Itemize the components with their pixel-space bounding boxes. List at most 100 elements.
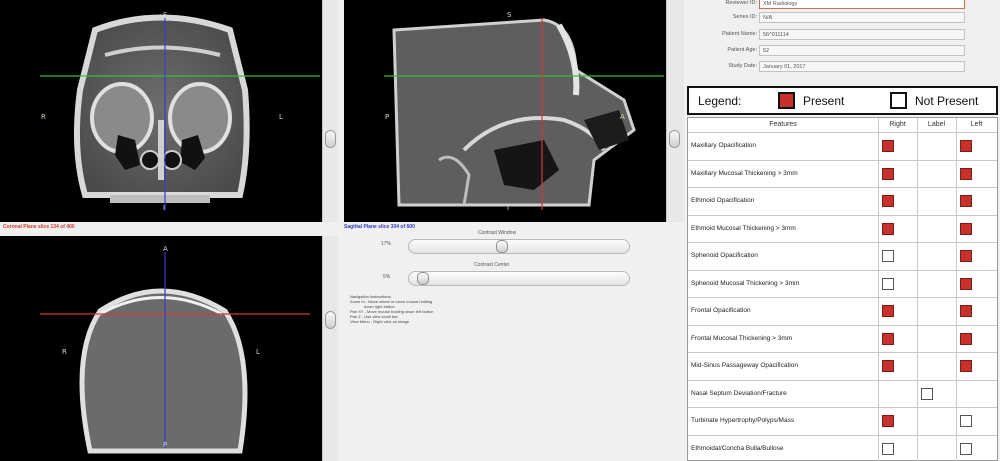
right-checkbox[interactable] bbox=[882, 167, 894, 180]
study-date-label: Study Date: bbox=[728, 63, 757, 69]
coronal-slice-label: Coronal Plane slice 134 of 400 bbox=[3, 224, 75, 230]
left-checkbox[interactable] bbox=[960, 305, 972, 317]
right-checkbox[interactable] bbox=[882, 277, 894, 290]
contrast-window-slider-handle[interactable] bbox=[496, 240, 508, 253]
sagittal-scrollbar[interactable] bbox=[666, 0, 684, 222]
study-date-row: Study Date: bbox=[690, 63, 757, 75]
feature-name: Sphenoid Opacification bbox=[691, 252, 758, 259]
right-checkbox[interactable] bbox=[882, 250, 894, 262]
feature-row: Sphenoid Mucosal Thickening > 3mm bbox=[688, 269, 997, 297]
right-checkbox[interactable] bbox=[882, 222, 894, 235]
feature-row: Maxillary Opacification bbox=[688, 132, 997, 159]
header-right: Right bbox=[889, 121, 906, 128]
patient-name-row: Patient Name: bbox=[690, 31, 757, 43]
orient-left-label: R bbox=[41, 113, 46, 121]
feature-name: Maxillary Mucosal Thickening > 3mm bbox=[691, 169, 798, 177]
right-checkbox[interactable] bbox=[882, 415, 894, 427]
contrast-window-value: 17% bbox=[381, 241, 392, 247]
feature-row: Turbinate Hypertrophy/Polyps/Mass bbox=[688, 407, 997, 434]
orient-bottom-label: I bbox=[163, 204, 166, 212]
right-checkbox[interactable] bbox=[882, 360, 894, 372]
navigation-instructions: Navigation Instructions: Zoom In - Move … bbox=[350, 294, 433, 324]
feature-row: Ethmoid Mucosal Thickening > 3mm bbox=[688, 214, 997, 242]
feature-name: Frontal Mucosal Thickening > 3mm bbox=[691, 334, 793, 342]
legend-not-present-swatch bbox=[890, 92, 907, 109]
left-checkbox[interactable] bbox=[960, 332, 972, 345]
coronal-ct-image bbox=[40, 14, 320, 210]
patient-age-label: Patient Age: bbox=[727, 47, 757, 53]
left-checkbox[interactable] bbox=[960, 360, 972, 372]
legend-present-label: Present bbox=[803, 94, 845, 108]
orient-right-label: L bbox=[279, 113, 283, 121]
sagittal-scroll-thumb[interactable] bbox=[669, 130, 680, 148]
sagittal-viewport[interactable]: S I P A bbox=[344, 0, 666, 222]
right-checkbox[interactable] bbox=[882, 140, 894, 152]
left-checkbox[interactable] bbox=[960, 167, 972, 180]
legend-present-swatch bbox=[778, 92, 795, 109]
right-checkbox[interactable] bbox=[882, 195, 894, 207]
nav-instruction-line: View Menu - Right click on image bbox=[350, 319, 410, 324]
feature-name: Mid-Sinus Passageway Opacification bbox=[691, 362, 798, 369]
coronal-viewport[interactable]: S I R L bbox=[0, 0, 322, 222]
sagittal-slice-label: Sagittal Plane slice 304 of 600 bbox=[344, 224, 415, 230]
feature-name: Frontal Opacification bbox=[691, 307, 751, 314]
legend-box: Legend: Present Not Present bbox=[687, 86, 998, 115]
axial-ct-image bbox=[40, 252, 310, 454]
patient-age-field[interactable]: 52 bbox=[759, 45, 965, 56]
orient-top-label: A bbox=[163, 245, 168, 253]
left-checkbox[interactable] bbox=[960, 277, 972, 290]
feature-row: Ethmoidal/Concha Bulla/Bullose bbox=[688, 434, 997, 461]
patient-name-label: Patient Name: bbox=[722, 31, 757, 37]
patient-age-row: Patient Age: bbox=[690, 47, 757, 59]
feature-row: Sphenoid Opacification bbox=[688, 242, 997, 269]
feature-name: Maxillary Opacification bbox=[691, 142, 757, 149]
feature-name: Ethmoid Mucosal Thickening > 3mm bbox=[691, 224, 796, 232]
feature-row: Frontal Mucosal Thickening > 3mm bbox=[688, 324, 997, 352]
contrast-window-slider[interactable] bbox=[408, 239, 630, 254]
coronal-scrollbar[interactable] bbox=[322, 0, 338, 222]
contrast-window-label: Contrast Window bbox=[478, 230, 517, 236]
series-id-field[interactable]: N/A bbox=[759, 12, 965, 23]
legend-title: Legend: bbox=[698, 94, 742, 108]
contrast-center-slider[interactable] bbox=[408, 271, 630, 286]
coronal-scroll-thumb[interactable] bbox=[325, 130, 336, 148]
left-checkbox[interactable] bbox=[960, 222, 972, 235]
orient-left-label: P bbox=[385, 113, 390, 121]
right-checkbox[interactable] bbox=[882, 332, 894, 345]
feature-row: Frontal Opacification bbox=[688, 297, 997, 324]
feature-row: Mid-Sinus Passageway Opacification bbox=[688, 352, 997, 379]
orient-top-label: S bbox=[163, 11, 168, 19]
orient-right-label: A bbox=[620, 113, 625, 121]
label-checkbox[interactable] bbox=[921, 387, 933, 400]
sagittal-ct-image bbox=[384, 18, 664, 210]
left-checkbox[interactable] bbox=[960, 140, 972, 152]
feature-row: Ethmoid Opacification bbox=[688, 187, 997, 214]
left-checkbox[interactable] bbox=[960, 415, 972, 427]
orient-top-label: S bbox=[507, 11, 512, 19]
axial-scrollbar[interactable] bbox=[322, 236, 338, 461]
right-checkbox[interactable] bbox=[882, 442, 894, 455]
left-checkbox[interactable] bbox=[960, 195, 972, 207]
legend-not-present-label: Not Present bbox=[915, 94, 979, 108]
axial-viewport[interactable]: A P R L bbox=[0, 236, 322, 461]
right-checkbox[interactable] bbox=[882, 305, 894, 317]
patient-name-field[interactable]: 56^011114 bbox=[759, 29, 965, 40]
contrast-center-slider-handle[interactable] bbox=[417, 272, 429, 285]
feature-name: Ethmoidal/Concha Bulla/Bullose bbox=[691, 444, 784, 452]
left-checkbox[interactable] bbox=[960, 442, 972, 455]
orient-right-label: L bbox=[256, 348, 260, 356]
header-features: Features bbox=[769, 121, 797, 128]
reviewer-id-label: Reviewer ID: bbox=[725, 0, 757, 6]
reviewer-id-row: Reviewer ID: bbox=[690, 0, 757, 12]
series-id-label: Series ID: bbox=[732, 14, 757, 20]
left-checkbox[interactable] bbox=[960, 250, 972, 262]
orient-left-label: R bbox=[62, 348, 67, 356]
header-label: Label bbox=[927, 121, 946, 128]
reviewer-id-field[interactable]: XM Radiology bbox=[759, 0, 965, 9]
feature-row: Nasal Septum Deviation/Fracture bbox=[688, 379, 997, 407]
series-id-row: Series ID: bbox=[690, 14, 757, 26]
feature-name: Turbinate Hypertrophy/Polyps/Mass bbox=[691, 417, 795, 424]
contrast-center-label: Contrast Center bbox=[474, 262, 510, 268]
axial-scroll-thumb[interactable] bbox=[325, 311, 336, 329]
study-date-field[interactable]: January 01, 2017 bbox=[759, 61, 965, 72]
